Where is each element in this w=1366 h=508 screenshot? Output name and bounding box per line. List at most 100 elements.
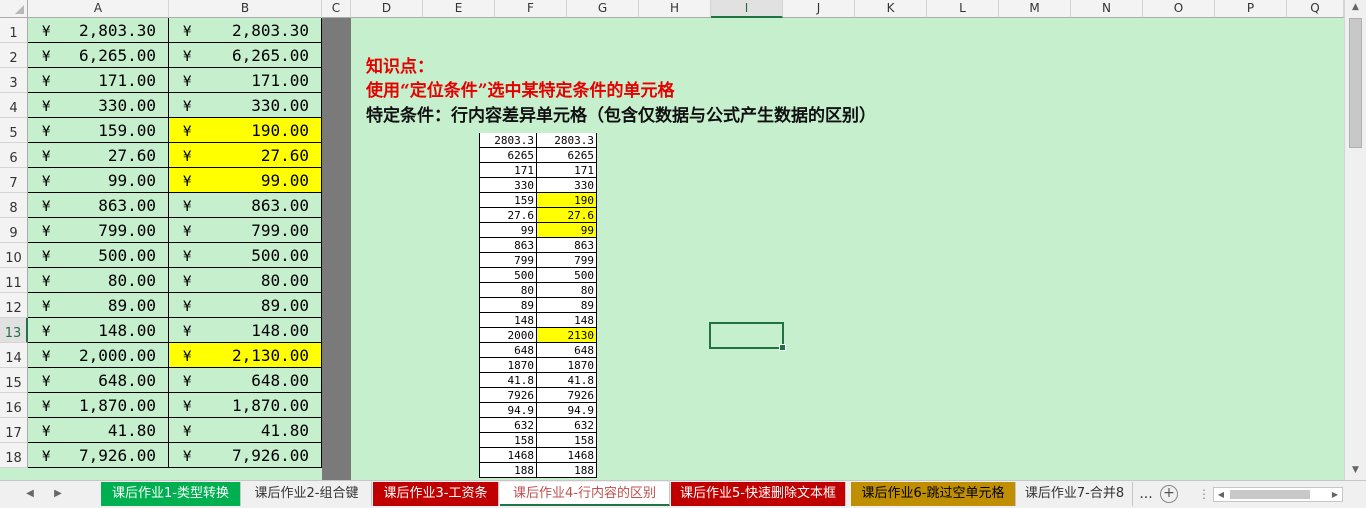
- row-header[interactable]: 12: [0, 293, 28, 318]
- row-header[interactable]: 4: [0, 93, 28, 118]
- comparison-cell-b[interactable]: 190: [537, 193, 597, 208]
- cell-b-3[interactable]: ¥171.00: [169, 68, 322, 93]
- cell-b-16[interactable]: ¥1,870.00: [169, 393, 322, 418]
- comparison-cell-a[interactable]: 6265: [479, 148, 537, 163]
- tab-more-button[interactable]: ...: [1133, 483, 1159, 505]
- cell-b-13[interactable]: ¥148.00: [169, 318, 322, 343]
- cell-b-7[interactable]: ¥99.00: [169, 168, 322, 193]
- tab-next-icon[interactable]: ▶: [48, 485, 68, 503]
- column-header-c[interactable]: C: [322, 0, 351, 18]
- column-header-n[interactable]: N: [1071, 0, 1143, 18]
- comparison-cell-a[interactable]: 171: [479, 163, 537, 178]
- cell-b-2[interactable]: ¥6,265.00: [169, 43, 322, 68]
- comparison-cell-a[interactable]: 148: [479, 313, 537, 328]
- comparison-cell-a[interactable]: 632: [479, 418, 537, 433]
- column-header-a[interactable]: A: [28, 0, 169, 18]
- comparison-cell-a[interactable]: 799: [479, 253, 537, 268]
- comparison-cell-b[interactable]: 2130: [537, 328, 597, 343]
- column-header-p[interactable]: P: [1215, 0, 1287, 18]
- cell-a-1[interactable]: ¥2,803.30: [28, 18, 169, 43]
- column-header-j[interactable]: J: [783, 0, 855, 18]
- splitter-handle[interactable]: ⋮: [1198, 487, 1210, 502]
- comparison-cell-b[interactable]: 99: [537, 223, 597, 238]
- cell-b-5[interactable]: ¥190.00: [169, 118, 322, 143]
- comparison-cell-a[interactable]: 7926: [479, 388, 537, 403]
- comparison-cell-b[interactable]: 158: [537, 433, 597, 448]
- cell-b-17[interactable]: ¥41.80: [169, 418, 322, 443]
- comparison-cell-b[interactable]: 799: [537, 253, 597, 268]
- column-header-o[interactable]: O: [1143, 0, 1215, 18]
- column-header-e[interactable]: E: [423, 0, 495, 18]
- cell-a-8[interactable]: ¥863.00: [28, 193, 169, 218]
- cell-a-14[interactable]: ¥2,000.00: [28, 343, 169, 368]
- cell-a-18[interactable]: ¥7,926.00: [28, 443, 169, 468]
- comparison-cell-b[interactable]: 148: [537, 313, 597, 328]
- comparison-cell-b[interactable]: 27.6: [537, 208, 597, 223]
- cell-b-1[interactable]: ¥2,803.30: [169, 18, 322, 43]
- cell-b-8[interactable]: ¥863.00: [169, 193, 322, 218]
- sheet-tab-3[interactable]: 课后作业3-工资条: [373, 482, 499, 506]
- horizontal-scroll-thumb[interactable]: [1230, 490, 1310, 499]
- scroll-up-icon[interactable]: ▲: [1345, 2, 1366, 16]
- sheet-tab-4[interactable]: 课后作业4-行内容的区别: [500, 482, 670, 506]
- comparison-cell-b[interactable]: 330: [537, 178, 597, 193]
- cell-a-7[interactable]: ¥99.00: [28, 168, 169, 193]
- row-header[interactable]: 13: [0, 318, 28, 343]
- column-header-m[interactable]: M: [999, 0, 1071, 18]
- sheet-tab-6[interactable]: 课后作业6-跳过空单元格: [851, 482, 1016, 506]
- cell-a-5[interactable]: ¥159.00: [28, 118, 169, 143]
- horizontal-scrollbar[interactable]: ◀ ▶: [1213, 487, 1343, 502]
- column-header-h[interactable]: H: [639, 0, 711, 18]
- row-header[interactable]: 16: [0, 393, 28, 418]
- column-header-b[interactable]: B: [169, 0, 322, 18]
- comparison-cell-a[interactable]: 159: [479, 193, 537, 208]
- cell-b-11[interactable]: ¥80.00: [169, 268, 322, 293]
- comparison-cell-b[interactable]: 80: [537, 283, 597, 298]
- scroll-right-icon[interactable]: ▶: [1328, 488, 1342, 501]
- cell-a-15[interactable]: ¥648.00: [28, 368, 169, 393]
- row-header[interactable]: 14: [0, 343, 28, 368]
- cell-b-9[interactable]: ¥799.00: [169, 218, 322, 243]
- comparison-cell-b[interactable]: 500: [537, 268, 597, 283]
- vertical-scroll-thumb[interactable]: [1349, 18, 1362, 148]
- comparison-cell-a[interactable]: 2803.3: [479, 133, 537, 148]
- cell-b-14[interactable]: ¥2,130.00: [169, 343, 322, 368]
- cell-b-15[interactable]: ¥648.00: [169, 368, 322, 393]
- comparison-cell-a[interactable]: 648: [479, 343, 537, 358]
- column-header-i[interactable]: I: [711, 0, 783, 18]
- cell-a-4[interactable]: ¥330.00: [28, 93, 169, 118]
- comparison-cell-a[interactable]: 89: [479, 298, 537, 313]
- row-header[interactable]: 15: [0, 368, 28, 393]
- comparison-cell-b[interactable]: 188: [537, 463, 597, 478]
- comparison-cell-a[interactable]: 188: [479, 463, 537, 478]
- comparison-cell-a[interactable]: 27.6: [479, 208, 537, 223]
- comparison-cell-b[interactable]: 94.9: [537, 403, 597, 418]
- cell-b-10[interactable]: ¥500.00: [169, 243, 322, 268]
- comparison-cell-b[interactable]: 6265: [537, 148, 597, 163]
- vertical-scrollbar[interactable]: ▲ ▼: [1344, 0, 1366, 480]
- comparison-cell-b[interactable]: 89: [537, 298, 597, 313]
- row-header[interactable]: 3: [0, 68, 28, 93]
- comparison-cell-b[interactable]: 1468: [537, 448, 597, 463]
- comparison-cell-b[interactable]: 2803.3: [537, 133, 597, 148]
- column-header-k[interactable]: K: [855, 0, 927, 18]
- column-header-q[interactable]: Q: [1287, 0, 1344, 18]
- cell-a-2[interactable]: ¥6,265.00: [28, 43, 169, 68]
- comparison-cell-b[interactable]: 41.8: [537, 373, 597, 388]
- row-header[interactable]: 11: [0, 268, 28, 293]
- comparison-cell-b[interactable]: 171: [537, 163, 597, 178]
- cell-a-10[interactable]: ¥500.00: [28, 243, 169, 268]
- active-cell-selection[interactable]: [709, 322, 786, 351]
- comparison-cell-b[interactable]: 7926: [537, 388, 597, 403]
- row-header[interactable]: 9: [0, 218, 28, 243]
- cell-b-12[interactable]: ¥89.00: [169, 293, 322, 318]
- comparison-cell-a[interactable]: 99: [479, 223, 537, 238]
- row-header[interactable]: 17: [0, 418, 28, 443]
- comparison-cell-a[interactable]: 500: [479, 268, 537, 283]
- cell-b-18[interactable]: ¥7,926.00: [169, 443, 322, 468]
- cell-a-11[interactable]: ¥80.00: [28, 268, 169, 293]
- comparison-cell-a[interactable]: 863: [479, 238, 537, 253]
- add-sheet-icon[interactable]: +: [1160, 485, 1178, 503]
- cell-b-6[interactable]: ¥27.60: [169, 143, 322, 168]
- cell-a-17[interactable]: ¥41.80: [28, 418, 169, 443]
